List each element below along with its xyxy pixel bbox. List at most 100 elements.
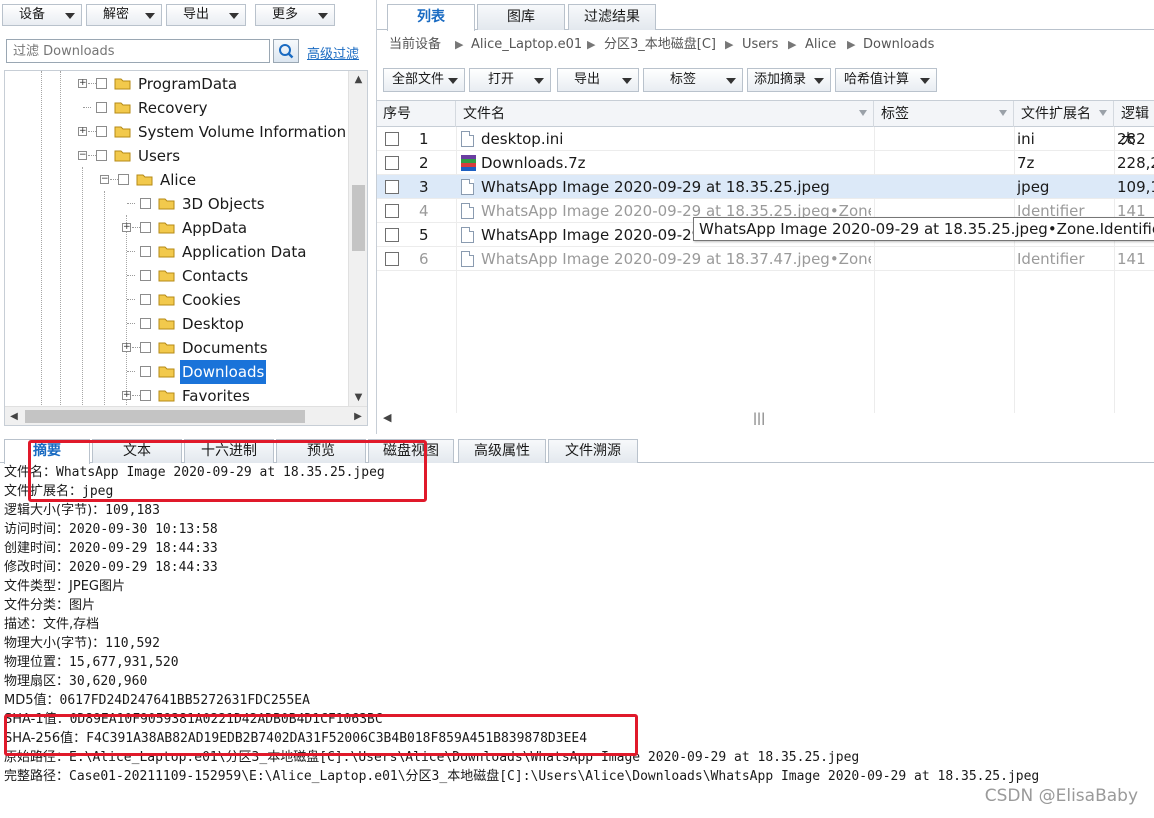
filter-input[interactable]: [6, 39, 270, 63]
scroll-up-icon[interactable]: ▲: [349, 71, 367, 89]
expand-icon[interactable]: +: [122, 391, 131, 400]
column-header-ext[interactable]: 文件扩展名: [1015, 101, 1114, 127]
tree-item-system-volume-information[interactable]: + System Volume Information: [5, 120, 348, 144]
collapse-icon[interactable]: −: [100, 175, 109, 184]
expand-icon[interactable]: +: [78, 127, 87, 136]
tab-advanced-properties[interactable]: 高级属性: [458, 439, 546, 463]
tree-item-documents[interactable]: + Documents: [5, 336, 348, 360]
row-size: 228,2: [1117, 154, 1154, 172]
detail-value: 0D89EA10F9059381A0221D42ADB0B4D1CF1063BC: [69, 712, 383, 727]
chevron-down-icon: [814, 78, 824, 84]
row-checkbox[interactable]: [377, 175, 413, 199]
detail-label: 文件分类：: [4, 598, 70, 613]
filter-icon[interactable]: [999, 110, 1007, 116]
add-summary-button[interactable]: 添加摘录: [747, 68, 831, 92]
expand-icon[interactable]: +: [122, 343, 131, 352]
expand-icon[interactable]: +: [78, 79, 87, 88]
tree-checkbox[interactable]: [140, 390, 151, 401]
tree-item-favorites[interactable]: + Favorites: [5, 384, 348, 407]
decode-menu-label: 解密: [103, 7, 130, 22]
tab-filter-results[interactable]: 过滤结果: [568, 4, 656, 30]
tree-checkbox[interactable]: [96, 150, 107, 161]
filter-icon[interactable]: [859, 110, 867, 116]
row-checkbox[interactable]: [377, 223, 413, 247]
tree-checkbox[interactable]: [140, 318, 151, 329]
hash-calc-button[interactable]: 哈希值计算: [835, 68, 937, 92]
table-row[interactable]: 2 Downloads.7z 7z 228,2: [377, 151, 1154, 175]
all-files-dropdown[interactable]: 全部文件: [383, 68, 465, 92]
tree-checkbox[interactable]: [140, 366, 151, 377]
detail-value: 15,677,931,520: [69, 655, 179, 670]
breadcrumb-item[interactable]: Downloads: [863, 34, 934, 56]
tree-checkbox[interactable]: [140, 342, 151, 353]
breadcrumb-item[interactable]: Alice_Laptop.e01: [471, 34, 582, 56]
tree-checkbox[interactable]: [140, 270, 151, 281]
scroll-left-icon[interactable]: ◀: [5, 407, 23, 425]
column-header-tag[interactable]: 标签: [875, 101, 1014, 127]
tree-checkbox[interactable]: [140, 222, 151, 233]
tree-item-recovery[interactable]: Recovery: [5, 96, 348, 120]
filter-icon[interactable]: [1099, 110, 1107, 116]
tag-button[interactable]: 标签: [643, 68, 743, 92]
tree-item-desktop[interactable]: Desktop: [5, 312, 348, 336]
table-horizontal-scrollbar[interactable]: ◀ |||: [377, 409, 1154, 429]
advanced-filter-link[interactable]: 高级过滤: [307, 43, 359, 62]
row-checkbox[interactable]: [377, 151, 413, 175]
tree-horizontal-scrollbar[interactable]: ◀ ▶: [5, 406, 367, 425]
breadcrumb-item[interactable]: Alice: [805, 34, 836, 56]
export-menu-button[interactable]: 导出: [166, 4, 246, 26]
row-checkbox[interactable]: [377, 127, 413, 151]
tree-checkbox[interactable]: [140, 294, 151, 305]
tab-list[interactable]: 列表: [387, 4, 475, 31]
tree-checkbox[interactable]: [96, 78, 107, 89]
column-header-size[interactable]: 逻辑大: [1115, 101, 1154, 148]
tab-summary[interactable]: 摘要: [4, 439, 90, 464]
tree-item-programdata[interactable]: + ProgramData: [5, 72, 348, 96]
chevron-right-icon: ▶: [847, 38, 856, 51]
export-button[interactable]: 导出: [557, 68, 639, 92]
row-checkbox[interactable]: [377, 199, 413, 223]
device-menu-button[interactable]: 设备: [2, 4, 82, 26]
table-row[interactable]: 6 WhatsApp Image 2020-09-29 at 18.37.47.…: [377, 247, 1154, 271]
column-header-seq[interactable]: 序号: [377, 101, 456, 127]
scroll-grip-icon[interactable]: |||: [753, 411, 765, 425]
expand-icon[interactable]: +: [122, 223, 131, 232]
breadcrumb-item[interactable]: 分区3_本地磁盘[C]: [604, 34, 716, 56]
tab-text[interactable]: 文本: [92, 439, 182, 463]
tab-file-trace[interactable]: 文件溯源: [548, 439, 638, 463]
table-row[interactable]: 1 desktop.ini ini 282: [377, 127, 1154, 151]
filter-search-button[interactable]: [273, 39, 299, 63]
table-row-selected[interactable]: 3 WhatsApp Image 2020-09-29 at 18.35.25.…: [377, 175, 1154, 199]
scroll-left-icon[interactable]: ◀: [383, 411, 391, 424]
tree-checkbox[interactable]: [96, 102, 107, 113]
tab-preview[interactable]: 预览: [276, 439, 366, 463]
tab-disk-view[interactable]: 磁盘视图: [368, 439, 454, 463]
tree-item-cookies[interactable]: Cookies: [5, 288, 348, 312]
scroll-thumb[interactable]: [352, 185, 365, 251]
breadcrumb-item[interactable]: 当前设备: [389, 34, 441, 56]
scroll-down-icon[interactable]: ▼: [349, 389, 367, 407]
tab-hex[interactable]: 十六进制: [184, 439, 274, 463]
scroll-thumb[interactable]: [25, 410, 305, 423]
more-menu-button[interactable]: 更多: [255, 4, 335, 26]
tree-item-downloads[interactable]: Downloads: [5, 360, 348, 384]
open-button[interactable]: 打开: [469, 68, 551, 92]
scroll-right-icon[interactable]: ▶: [349, 407, 367, 425]
tree-item-3d-objects[interactable]: 3D Objects: [5, 192, 348, 216]
tree-checkbox[interactable]: [96, 126, 107, 137]
row-checkbox[interactable]: [377, 247, 413, 271]
tab-gallery[interactable]: 图库: [477, 4, 565, 30]
decode-menu-button[interactable]: 解密: [86, 4, 162, 26]
tree-item-alice[interactable]: − Alice: [5, 168, 348, 192]
tree-item-users[interactable]: − Users: [5, 144, 348, 168]
breadcrumb-item[interactable]: Users: [742, 34, 778, 56]
tree-item-application-data[interactable]: Application Data: [5, 240, 348, 264]
tree-item-contacts[interactable]: Contacts: [5, 264, 348, 288]
tree-checkbox[interactable]: [140, 198, 151, 209]
tree-checkbox[interactable]: [140, 246, 151, 257]
collapse-icon[interactable]: −: [78, 151, 87, 160]
column-header-name[interactable]: 文件名: [457, 101, 874, 127]
tree-checkbox[interactable]: [118, 174, 129, 185]
tree-vertical-scrollbar[interactable]: ▲ ▼: [348, 71, 367, 407]
tree-item-appdata[interactable]: + AppData: [5, 216, 348, 240]
